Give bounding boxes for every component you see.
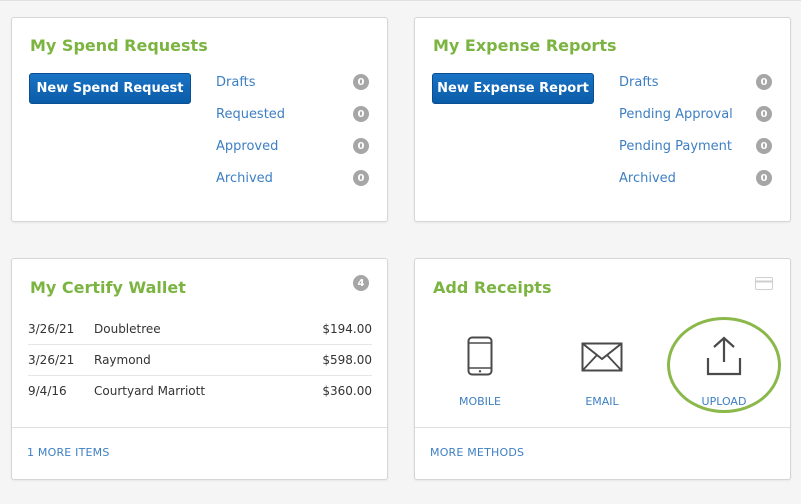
card-footer-divider — [12, 427, 387, 428]
count-badge: 0 — [353, 74, 369, 90]
expense-status-pending-approval[interactable]: Pending Approval 0 — [619, 104, 775, 124]
add-receipts-title: Add Receipts — [433, 278, 552, 297]
spend-status-approved[interactable]: Approved 0 — [216, 136, 372, 156]
count-badge: 0 — [353, 138, 369, 154]
status-label[interactable]: Requested — [216, 107, 285, 122]
status-label[interactable]: Archived — [216, 171, 273, 186]
new-spend-request-button[interactable]: New Spend Request — [29, 73, 191, 104]
spend-status-archived[interactable]: Archived 0 — [216, 168, 372, 188]
email-method[interactable]: EMAIL — [557, 321, 647, 411]
card-icon[interactable] — [755, 277, 773, 290]
more-methods-link[interactable]: MORE METHODS — [430, 446, 524, 459]
wallet-item-amount: $194.00 — [322, 321, 372, 336]
status-label[interactable]: Drafts — [619, 75, 659, 90]
expense-status-drafts[interactable]: Drafts 0 — [619, 72, 775, 92]
add-receipts-card: Add Receipts MOBILE EMAIL UPLOAD MORE ME… — [414, 258, 791, 480]
status-label[interactable]: Drafts — [216, 75, 256, 90]
spend-status-drafts[interactable]: Drafts 0 — [216, 72, 372, 92]
spend-status-requested[interactable]: Requested 0 — [216, 104, 372, 124]
wallet-item-amount: $360.00 — [322, 383, 372, 398]
envelope-icon — [581, 342, 623, 372]
wallet-item-merchant: Doubletree — [94, 321, 161, 336]
wallet-item[interactable]: 3/26/21 Raymond $598.00 — [28, 344, 372, 375]
spend-requests-title: My Spend Requests — [30, 36, 208, 55]
wallet-item-date: 3/26/21 — [28, 352, 75, 367]
status-label[interactable]: Pending Payment — [619, 139, 732, 154]
upload-method[interactable]: UPLOAD — [679, 321, 769, 411]
wallet-item-date: 9/4/16 — [28, 383, 67, 398]
count-badge: 0 — [756, 170, 772, 186]
method-label[interactable]: MOBILE — [435, 395, 525, 408]
spend-requests-card: My Spend Requests New Spend Request Draf… — [11, 17, 388, 222]
top-divider — [0, 0, 801, 1]
expense-status-pending-payment[interactable]: Pending Payment 0 — [619, 136, 775, 156]
count-badge: 0 — [756, 138, 772, 154]
status-label[interactable]: Approved — [216, 139, 278, 154]
expense-reports-title: My Expense Reports — [433, 36, 617, 55]
count-badge: 0 — [353, 106, 369, 122]
more-items-link[interactable]: 1 MORE ITEMS — [27, 446, 110, 459]
wallet-item[interactable]: 3/26/21 Doubletree $194.00 — [28, 313, 372, 344]
card-footer-divider — [415, 427, 790, 428]
wallet-item-merchant: Courtyard Marriott — [94, 383, 206, 398]
status-label[interactable]: Pending Approval — [619, 107, 733, 122]
wallet-item-merchant: Raymond — [94, 352, 151, 367]
wallet-count-badge: 4 — [353, 275, 369, 291]
wallet-item-amount: $598.00 — [322, 352, 372, 367]
new-expense-report-button[interactable]: New Expense Report — [432, 73, 594, 104]
upload-icon — [706, 336, 742, 376]
count-badge: 0 — [353, 170, 369, 186]
status-label[interactable]: Archived — [619, 171, 676, 186]
mobile-phone-icon — [467, 336, 493, 376]
wallet-title: My Certify Wallet — [30, 278, 186, 297]
wallet-item[interactable]: 9/4/16 Courtyard Marriott $360.00 — [28, 375, 372, 406]
count-badge: 0 — [756, 74, 772, 90]
expense-reports-card: My Expense Reports New Expense Report Dr… — [414, 17, 791, 222]
wallet-item-date: 3/26/21 — [28, 321, 75, 336]
count-badge: 0 — [756, 106, 772, 122]
method-label[interactable]: UPLOAD — [679, 395, 769, 408]
mobile-method[interactable]: MOBILE — [435, 321, 525, 411]
expense-status-archived[interactable]: Archived 0 — [619, 168, 775, 188]
method-label[interactable]: EMAIL — [557, 395, 647, 408]
certify-wallet-card: My Certify Wallet 4 3/26/21 Doubletree $… — [11, 258, 388, 480]
